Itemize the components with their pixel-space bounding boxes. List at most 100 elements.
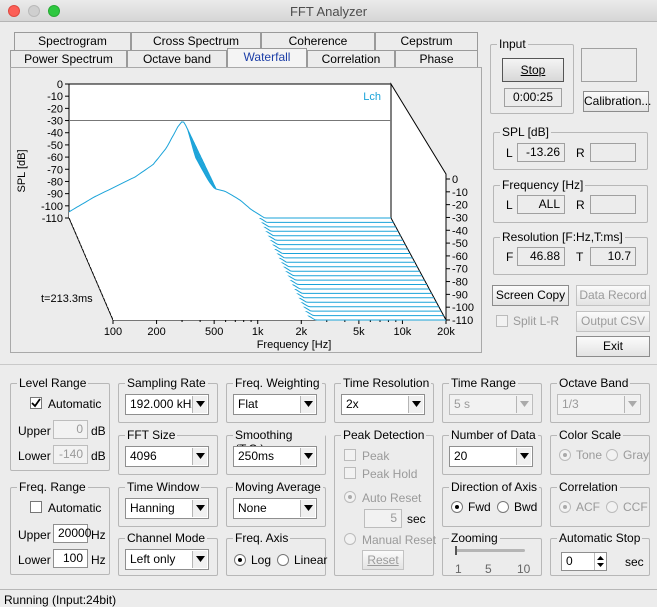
level-upper-input[interactable]: 0 [53,420,88,439]
waterfall-chart: 0-10-20-30-40-50-60-70-80-90-100-1100-10… [16,79,474,351]
time-resolution-value: 2x [346,397,359,411]
level-upper-unit: dB [91,424,106,438]
freq-weighting-select[interactable]: Flat [233,394,317,415]
sampling-rate-select[interactable]: 192.000 kHz [125,394,209,415]
screen-copy-button[interactable]: Screen Copy [492,285,569,306]
color-tone-label: Tone [576,448,603,462]
frequency-left-value: ALL [517,195,565,214]
freq-lower-unit: Hz [91,553,106,567]
zoom-tick-1: 1 [455,562,462,576]
back-axis-tick-label: -100 [452,302,474,314]
channel-label: Lch [363,91,381,103]
freq-lower-input[interactable]: 100 [53,549,88,568]
octave-band-label: Octave Band [557,376,631,390]
tab-correlation[interactable]: Correlation [307,50,395,68]
automatic-stop-unit: sec [625,555,644,569]
chevron-down-icon [516,396,531,413]
spl-r-label: R [576,146,585,160]
peak-hold-checkbox[interactable] [344,467,356,479]
tab-phase[interactable]: Phase [395,50,478,68]
stop-button[interactable]: Stop [502,58,564,82]
channel-mode-select[interactable]: Left only [125,549,209,570]
stepper-icon[interactable] [594,553,606,570]
tab-octave-band[interactable]: Octave band [127,50,227,68]
level-upper-label: Upper [18,424,51,438]
moving-average-select[interactable]: None [233,498,317,519]
tab-power-spectrum[interactable]: Power Spectrum [10,50,127,68]
fft-size-select[interactable]: 4096 [125,446,209,467]
number-of-data-select[interactable]: 20 [449,446,533,467]
y-tick-label: -50 [47,140,63,152]
freq-axis-label: Freq. Axis [233,531,291,545]
color-tone-radio[interactable] [559,449,571,461]
direction-bwd-radio[interactable] [497,501,509,513]
back-axis-tick-label: -20 [452,200,468,212]
color-gray-label: Gray [623,448,650,462]
auto-reset-radio[interactable] [344,491,356,503]
direction-bwd-label: Bwd [514,500,538,514]
exit-button[interactable]: Exit [576,336,650,357]
elapsed-time: 0:00:25 [504,88,562,107]
freq-upper-unit: Hz [91,528,106,542]
chevron-down-icon [516,448,531,465]
x-tick-label: 200 [147,326,165,338]
octave-band-select[interactable]: 1/3 [557,394,641,415]
tab-waterfall[interactable]: Waterfall [227,48,307,68]
peak-hold-label: Peak Hold [362,467,418,481]
y-tick-label: -90 [47,189,63,201]
split-lr-checkbox[interactable] [496,315,508,327]
time-range-select[interactable]: 5 s [449,394,533,415]
color-gray-radio[interactable] [606,449,618,461]
calibration-button[interactable]: Calibration... [583,91,651,112]
freq-weighting-value: Flat [238,397,259,411]
sampling-rate-value: 192.000 kHz [130,397,198,411]
peak-checkbox[interactable] [344,449,356,461]
direction-fwd-radio[interactable] [451,501,463,513]
smoothing-select[interactable]: 250ms [233,446,317,467]
freq-upper-input[interactable]: 20000 [53,524,91,543]
time-range-value: 5 s [454,397,471,411]
res-f-label: F [506,250,514,264]
octave-band-value: 1/3 [562,397,579,411]
freq-axis-linear-radio[interactable] [277,554,289,566]
tab-spectrogram[interactable]: Spectrogram [14,32,131,50]
sampling-rate-label: Sampling Rate [125,376,208,390]
x-tick-label: 20k [437,326,455,338]
tab-cepstrum[interactable]: Cepstrum [375,32,478,50]
freq-auto-checkbox[interactable] [30,501,42,513]
zoom-slider-thumb[interactable] [455,546,457,555]
reset-button[interactable]: Reset [362,550,404,570]
auto-reset-seconds-input[interactable]: 5 [364,509,402,528]
correlation-ccf-radio[interactable] [606,501,618,513]
x-tick-label: 500 [205,326,223,338]
direction-of-axis-label: Direction of Axis [449,480,540,494]
manual-reset-radio[interactable] [344,533,356,545]
chevron-down-icon [300,448,315,465]
level-lower-input[interactable]: -140 [53,445,88,464]
y-tick-label: 0 [57,79,63,91]
time-resolution-select[interactable]: 2x [341,394,425,415]
chevron-down-icon [408,396,423,413]
number-of-data-label: Number of Data [449,428,538,442]
resolution-t-value: 10.7 [590,247,636,266]
time-window-select[interactable]: Hanning [125,498,209,519]
title-bar: FFT Analyzer [0,0,657,22]
res-t-label: T [576,250,584,264]
y-tick-label: -40 [47,128,63,140]
zoom-slider-track[interactable] [455,549,525,552]
output-csv-button[interactable]: Output CSV [576,311,650,332]
correlation-acf-radio[interactable] [559,501,571,513]
x-tick-label: 10k [394,326,412,338]
freq-range-label: Freq. Range [17,480,88,494]
automatic-stop-input[interactable]: 0 [561,552,607,571]
back-axis-tick-label: -110 [452,315,473,327]
y-tick-label: -70 [47,164,63,176]
split-lr-label: Split L-R [513,314,560,328]
automatic-stop-value: 0 [566,554,573,568]
reset-button-label: Reset [367,553,399,567]
freq-axis-log-radio[interactable] [234,554,246,566]
x-tick-label: 100 [104,326,122,338]
resolution-label: Resolution [F:Hz,T:ms] [500,230,625,244]
data-record-button[interactable]: Data Record [576,285,650,306]
level-auto-checkbox[interactable] [30,397,42,409]
